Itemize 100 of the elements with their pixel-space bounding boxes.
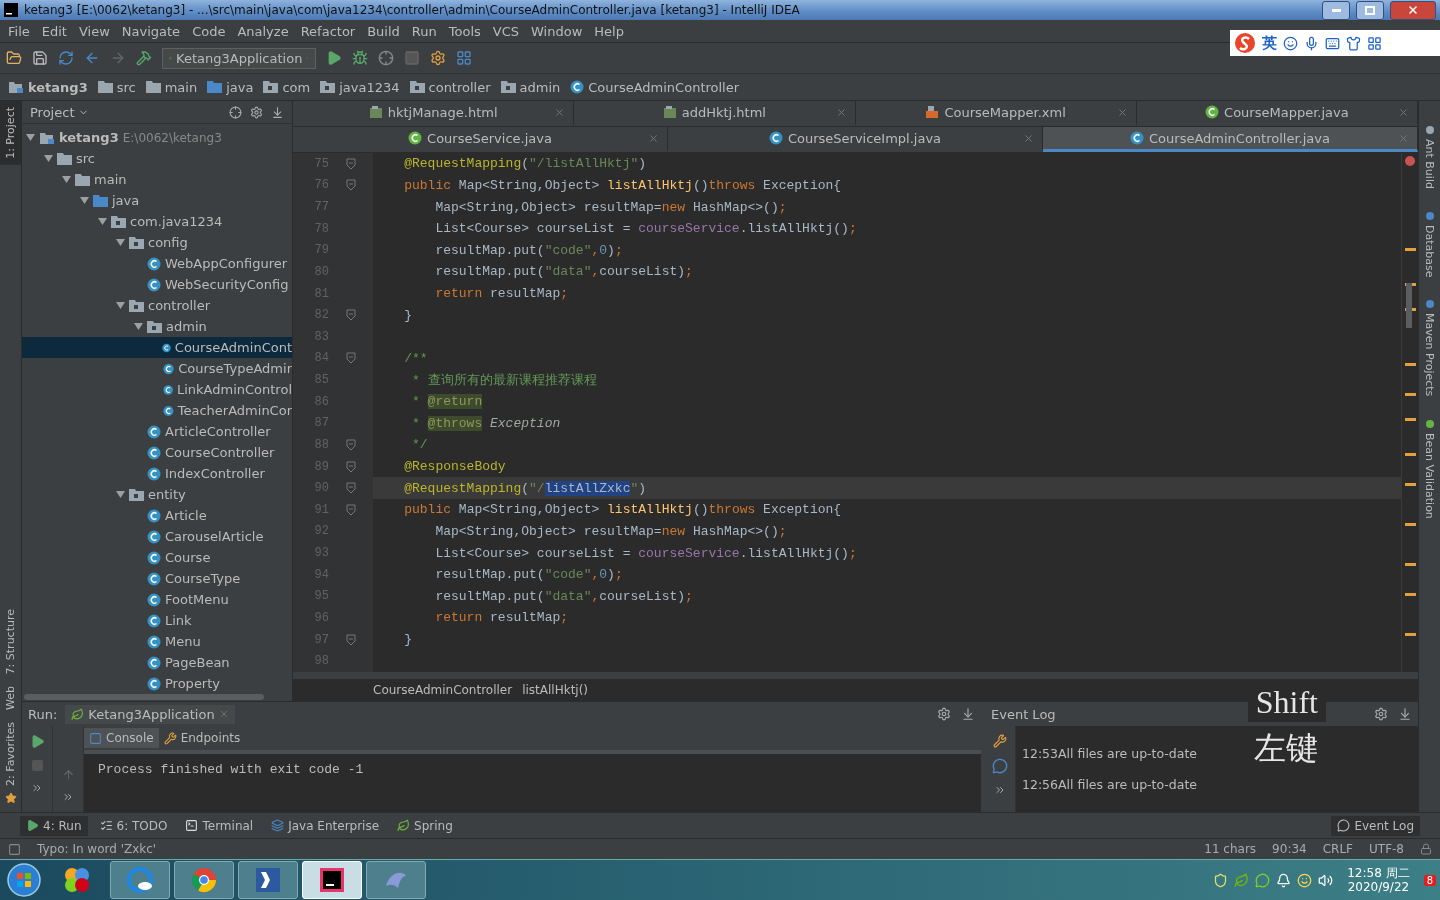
grid-icon[interactable] — [1367, 35, 1382, 51]
input-mode-toggle[interactable]: 英 — [1262, 33, 1277, 53]
menubar-item[interactable]: Tools — [442, 23, 487, 39]
structure-icon[interactable] — [456, 50, 472, 66]
event-log-button[interactable]: Event Log — [1331, 815, 1420, 836]
hide-icon[interactable] — [271, 105, 284, 119]
smiley-icon[interactable] — [1283, 35, 1298, 51]
tree-item[interactable]: PageBean — [22, 652, 292, 673]
lock-icon[interactable] — [1420, 843, 1432, 855]
breadcrumb-item[interactable]: java1234 — [320, 79, 400, 95]
leaf-icon[interactable] — [1234, 872, 1250, 888]
fold-marker-icon[interactable] — [346, 438, 356, 451]
tree-item[interactable]: Property — [22, 673, 292, 692]
tool-window-tab[interactable]: Database — [1419, 204, 1440, 284]
close-icon[interactable] — [1116, 107, 1128, 118]
settings-icon[interactable] — [430, 50, 446, 66]
tree-item[interactable]: Article — [22, 505, 292, 526]
tool-window-button[interactable]: Terminal — [179, 815, 260, 836]
tree-item[interactable]: com.java1234 — [22, 211, 292, 232]
line-separator[interactable]: CRLF — [1322, 842, 1353, 856]
fold-marker-icon[interactable] — [346, 482, 356, 495]
editor-tab[interactable]: CourseAdminController.java — [1043, 127, 1418, 152]
shirt-icon[interactable] — [1346, 35, 1361, 51]
expand-arrow-icon[interactable] — [116, 490, 125, 499]
editor-breadcrumb[interactable]: listAllHktj() — [522, 683, 589, 697]
tree-item[interactable]: CarouselArticle — [22, 526, 292, 547]
expand-arrow-icon[interactable] — [26, 133, 35, 142]
wrench-icon[interactable] — [993, 734, 1007, 748]
menubar-item[interactable]: Code — [186, 23, 232, 39]
menubar-item[interactable]: Help — [588, 23, 630, 39]
fold-marker-icon[interactable] — [346, 157, 356, 170]
menubar-item[interactable]: Analyze — [231, 23, 295, 39]
pinwheel-icon[interactable] — [62, 865, 92, 895]
scrollbar-thumb[interactable] — [24, 693, 264, 700]
bell-icon[interactable] — [1276, 872, 1292, 888]
menubar-item[interactable]: Build — [361, 23, 406, 39]
menubar-item[interactable]: Refactor — [294, 23, 362, 39]
coverage-icon[interactable] — [378, 50, 394, 66]
close-button[interactable] — [1390, 0, 1436, 20]
settings-icon[interactable] — [1374, 707, 1388, 721]
settings-icon[interactable] — [250, 105, 263, 119]
open-folder-icon[interactable] — [6, 50, 22, 66]
panel-toggle-icon[interactable] — [8, 842, 21, 856]
chat-bubble-icon[interactable] — [992, 758, 1008, 774]
tool-window-button[interactable]: Java Enterprise — [265, 815, 386, 836]
settings-icon[interactable] — [937, 707, 951, 721]
hide-icon[interactable] — [1398, 707, 1412, 721]
taskbar-button[interactable] — [238, 861, 298, 899]
tree-item[interactable]: Menu — [22, 631, 292, 652]
maximize-button[interactable] — [1356, 0, 1384, 20]
menubar-item[interactable]: Navigate — [115, 23, 187, 39]
back-icon[interactable] — [84, 50, 100, 66]
tree-item[interactable]: entity — [22, 484, 292, 505]
fold-marker-icon[interactable] — [346, 460, 356, 473]
tree-item[interactable]: IndexController — [22, 463, 292, 484]
chat-bubble-icon[interactable] — [1255, 872, 1271, 888]
tree-item[interactable]: TeacherAdminCor — [22, 400, 292, 421]
clock[interactable]: 12:58 周二 2020/9/22 — [1339, 866, 1418, 894]
more-icon[interactable] — [31, 782, 43, 794]
project-view-selector[interactable]: Project — [30, 104, 90, 120]
breadcrumb-item[interactable]: controller — [409, 79, 491, 95]
close-icon[interactable] — [648, 133, 659, 144]
breadcrumb-item[interactable]: src — [97, 79, 136, 95]
caret-position[interactable]: 90:34 — [1272, 842, 1307, 856]
run-configuration-dropdown[interactable]: Ketang3Application — [162, 47, 316, 69]
microphone-icon[interactable] — [1304, 35, 1319, 51]
tree-item[interactable]: java — [22, 190, 292, 211]
close-icon[interactable] — [554, 107, 566, 118]
save-icon[interactable] — [32, 50, 48, 66]
expand-arrow-icon[interactable] — [116, 301, 125, 310]
locate-icon[interactable] — [229, 105, 242, 119]
keyboard-icon[interactable] — [1325, 35, 1340, 51]
tool-window-button[interactable]: Spring — [391, 815, 459, 836]
tree-item[interactable]: admin — [22, 316, 292, 337]
menubar-item[interactable]: File — [2, 23, 36, 39]
console-tab[interactable]: Console — [84, 728, 159, 748]
menubar-item[interactable]: Window — [525, 23, 589, 39]
minimize-button[interactable] — [1322, 0, 1350, 20]
more-icon[interactable] — [62, 791, 74, 803]
volume-icon[interactable] — [1318, 872, 1334, 888]
fold-marker-icon[interactable] — [346, 503, 356, 516]
fold-marker-icon[interactable] — [346, 309, 356, 322]
notification-badge[interactable]: 8 — [1423, 874, 1436, 886]
menubar-item[interactable]: Run — [405, 23, 443, 39]
tree-item[interactable]: LinkAdminControl — [22, 379, 292, 400]
tree-item[interactable]: FootMenu — [22, 589, 292, 610]
editor-breadcrumb[interactable]: CourseAdminController — [373, 683, 513, 697]
tree-item[interactable]: WebSecurityConfig — [22, 274, 292, 295]
breadcrumb-item[interactable]: java — [207, 79, 254, 95]
shield-icon[interactable] — [1213, 872, 1229, 888]
close-icon[interactable] — [1023, 133, 1034, 144]
start-button[interactable] — [4, 862, 44, 898]
run-icon[interactable] — [326, 50, 342, 66]
debug-icon[interactable] — [352, 50, 368, 66]
close-icon[interactable] — [835, 107, 847, 118]
fold-marker-icon[interactable] — [346, 352, 356, 365]
tool-window-tab[interactable]: Web — [0, 680, 21, 717]
tree-item[interactable]: src — [22, 148, 292, 169]
tree-item[interactable]: main — [22, 169, 292, 190]
menubar-item[interactable]: VCS — [486, 23, 526, 39]
